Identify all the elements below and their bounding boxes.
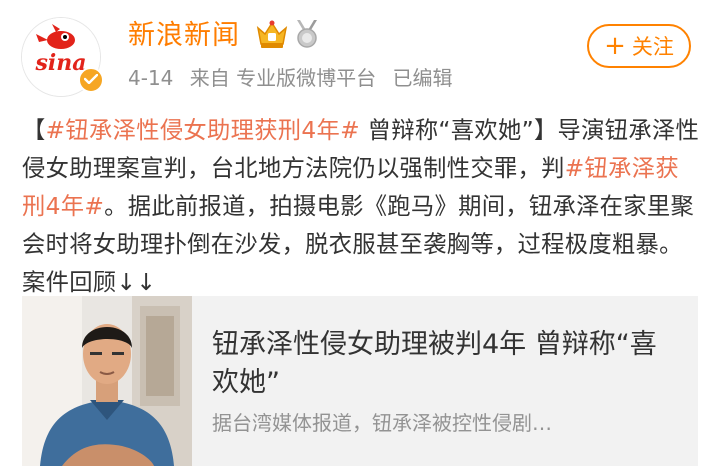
article-card[interactable]: 钮承泽性侵女助理被判4年 曾辩称“喜欢她” 据台湾媒体报道，钮承泽被控性侵剧… (22, 296, 698, 466)
edited-label[interactable]: 已编辑 (392, 66, 452, 90)
post-text-part: 。据此前报道，拍摄电影《跑马》期间，钮承泽在家里聚会时将女助理扑倒在沙发，脱衣服… (22, 193, 695, 296)
follow-button[interactable]: + 关注 (587, 24, 691, 68)
avatar-text: sina (35, 50, 87, 76)
medal-badge-icon[interactable] (294, 20, 320, 48)
post-bracket-open: 【 (22, 117, 46, 144)
post-text: 【#钮承泽性侵女助理获刑4年# 曾辩称“喜欢她”】导演钮承泽性侵女助理案宣判，台… (22, 112, 702, 302)
account-name[interactable]: 新浪新闻 (128, 19, 240, 53)
crown-badge-icon[interactable] (255, 18, 289, 50)
article-thumbnail (22, 296, 192, 466)
post-meta: 4-14 来自 专业版微博平台 已编辑 (128, 64, 462, 92)
post-source: 来自 专业版微博平台 (189, 66, 377, 90)
follow-label: 关注 (631, 35, 674, 59)
plus-icon: + (604, 31, 626, 61)
article-title[interactable]: 钮承泽性侵女助理被判4年 曾辩称“喜欢她” (212, 326, 672, 402)
verified-badge-icon (78, 67, 104, 93)
post-date[interactable]: 4-14 (128, 66, 173, 90)
hashtag-link[interactable]: #钮承泽性侵女助理获刑4年# (46, 117, 360, 144)
article-description: 据台湾媒体报道，钮承泽被控性侵剧… (212, 411, 552, 435)
